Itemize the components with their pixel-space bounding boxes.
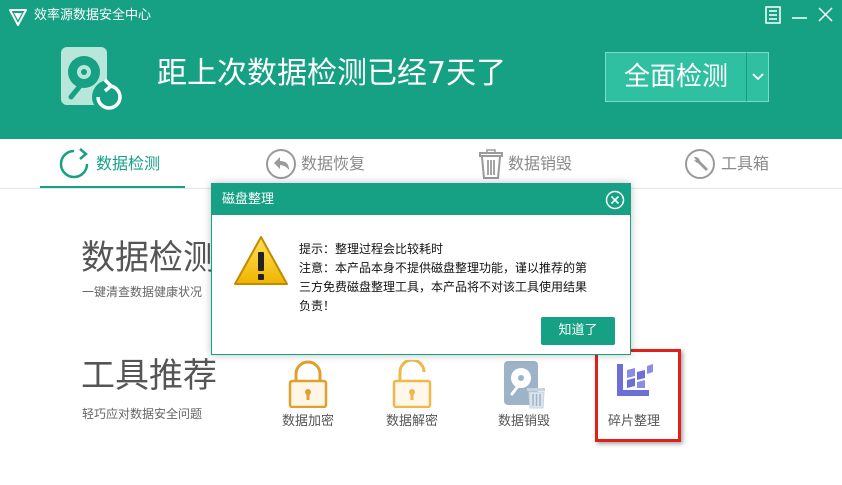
- dialog-close-button[interactable]: [605, 190, 625, 210]
- tab-label: 工具箱: [721, 154, 770, 173]
- close-icon: [605, 190, 625, 210]
- tools-section-title: 工具推荐: [81, 356, 217, 396]
- menu-button[interactable]: [763, 4, 785, 26]
- tool-label: 数据加密: [281, 414, 334, 429]
- lock-open-icon: [392, 360, 432, 408]
- app-title: 效率源数据安全中心: [34, 8, 152, 23]
- dialog-ok-button[interactable]: 知道了: [541, 317, 615, 345]
- wrench-icon: [685, 149, 715, 179]
- tab-label: 数据检测: [96, 154, 161, 173]
- full-scan-button[interactable]: 全面检测: [605, 52, 747, 102]
- main-tabs: 数据检测 数据恢复 数据销毁 工具箱: [0, 139, 842, 189]
- tool-label: 数据解密: [385, 414, 438, 429]
- close-icon: [818, 7, 833, 22]
- chevron-down-icon: [752, 73, 764, 81]
- detect-section-title: 数据检测: [81, 238, 217, 278]
- dialog-title: 磁盘整理: [222, 192, 275, 207]
- defrag-dialog: 磁盘整理 提示：整理过程会比较耗时 注意：本产品本身不提供磁盘整理功能，谨以推荐…: [211, 183, 631, 355]
- dialog-notice-line: 三方免费磁盘整理工具，本产品将不对该工具使用结果: [299, 280, 588, 294]
- dialog-hint-line: 提示：整理过程会比较耗时: [299, 242, 444, 256]
- close-button[interactable]: [815, 4, 837, 26]
- disk-shred-icon: [504, 361, 545, 409]
- dialog-notice-line: 负责！: [299, 299, 336, 313]
- tab-label: 数据销毁: [508, 154, 573, 173]
- menu-icon: [765, 6, 781, 24]
- tool-data-encrypt[interactable]: 数据加密: [258, 360, 358, 440]
- active-tab-indicator: [40, 186, 185, 188]
- tab-data-recover[interactable]: 数据恢复: [265, 139, 395, 189]
- trash-icon: [479, 149, 503, 179]
- warning-icon: [234, 236, 288, 285]
- disk-refresh-icon: [61, 47, 126, 114]
- tab-toolbox[interactable]: 工具箱: [684, 139, 794, 189]
- minimize-icon: [792, 17, 807, 19]
- dialog-header: 磁盘整理: [212, 184, 630, 215]
- tab-data-destroy[interactable]: 数据销毁: [475, 139, 605, 189]
- dialog-notice-line: 注意：本产品本身不提供磁盘整理功能，谨以推荐的第: [299, 261, 588, 275]
- title-bar[interactable]: 效率源数据安全中心: [0, 0, 842, 32]
- tool-data-destroy[interactable]: 数据销毁: [474, 360, 574, 440]
- lock-closed-icon: [288, 360, 328, 408]
- tool-label: 数据销毁: [497, 414, 550, 429]
- last-check-headline: 距上次数据检测已经7天了: [157, 56, 507, 91]
- detect-section-subtitle: 一键清查数据健康状况: [82, 285, 203, 299]
- header-banner: 效率源数据安全中心 距上次数据检测已经7天了 全面检测: [0, 0, 842, 139]
- highlight-box: [595, 349, 681, 442]
- tools-section-subtitle: 轻巧应对数据安全问题: [82, 407, 203, 421]
- undo-arrow-icon: [266, 149, 296, 179]
- tab-label: 数据恢复: [301, 154, 366, 173]
- tool-data-decrypt[interactable]: 数据解密: [362, 360, 462, 440]
- app-logo-icon: [9, 9, 27, 26]
- minimize-button[interactable]: [789, 4, 811, 26]
- full-scan-dropdown[interactable]: [746, 52, 769, 102]
- refresh-circle-icon: [59, 148, 89, 179]
- tab-data-detect[interactable]: 数据检测: [58, 139, 188, 189]
